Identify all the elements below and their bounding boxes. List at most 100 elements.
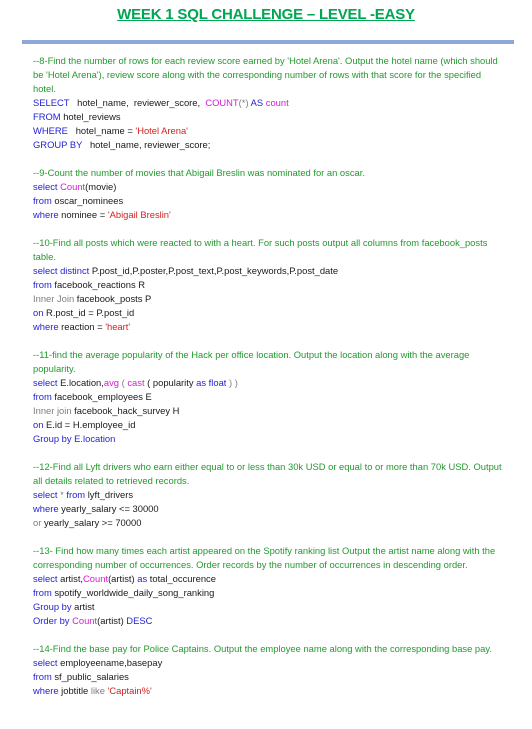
code-line: select artist,Count(artist) as total_occ… xyxy=(33,572,503,586)
code-token: (*) xyxy=(238,97,251,108)
code-line: from spotify_worldwide_daily_song_rankin… xyxy=(33,586,503,600)
exercise-comment: --12-Find all Lyft drivers who earn eith… xyxy=(33,461,502,486)
code-line: from facebook_employees E xyxy=(33,390,503,404)
code-token: ) ) xyxy=(226,377,238,388)
code-token: facebook_posts P xyxy=(74,293,152,304)
code-line: select Count(movie) xyxy=(33,180,503,194)
code-token: artist, xyxy=(57,573,84,584)
exercise-comment: --10-Find all posts which were reacted t… xyxy=(33,237,488,262)
code-line: where nominee = 'Abigail Breslin' xyxy=(33,208,503,222)
code-token: 'Hotel Arena' xyxy=(135,125,188,136)
code-token: from xyxy=(33,671,52,682)
code-token: DESC xyxy=(126,615,153,626)
sql-exercise-block: --9-Count the number of movies that Abig… xyxy=(33,166,503,222)
code-token: 'heart' xyxy=(105,321,131,332)
code-token: like xyxy=(90,685,105,696)
code-line: WHERE hotel_name = 'Hotel Arena' xyxy=(33,124,503,138)
code-line: on E.id = H.employee_id xyxy=(33,418,503,432)
code-token: COUNT xyxy=(205,97,239,108)
code-token: 'Captain%' xyxy=(107,685,152,696)
code-token: hotel_name, reviewer_score, xyxy=(69,97,206,108)
code-line: on R.post_id = P.post_id xyxy=(33,306,503,320)
code-line: or yearly_salary >= 70000 xyxy=(33,516,503,530)
code-token: jobtitle xyxy=(58,685,91,696)
code-line: select E.location,avg ( cast ( popularit… xyxy=(33,376,503,390)
code-line: GROUP BY hotel_name, reviewer_score; xyxy=(33,138,503,152)
code-line: Group by artist xyxy=(33,600,503,614)
code-token: Inner Join xyxy=(33,293,75,304)
code-token: employeename,basepay xyxy=(57,657,163,668)
code-token: where xyxy=(33,685,59,696)
code-token: select xyxy=(33,181,58,192)
code-token: Order by xyxy=(33,615,70,626)
code-token: where xyxy=(33,503,59,514)
code-token: SELECT xyxy=(33,97,70,108)
code-line: Group by E.location xyxy=(33,432,503,446)
code-line: from facebook_reactions R xyxy=(33,278,503,292)
code-token: total_occurence xyxy=(147,573,216,584)
code-line: from sf_public_salaries xyxy=(33,670,503,684)
code-token: Count xyxy=(83,573,109,584)
code-token: P.post_id,P.poster,P.post_text,P.post_ke… xyxy=(89,265,339,276)
code-token: avg xyxy=(103,377,120,388)
code-token: select xyxy=(33,377,58,388)
code-line: Inner join facebook_hack_survey H xyxy=(33,404,503,418)
code-line: where jobtitle like 'Captain%' xyxy=(33,684,503,698)
code-token: as float xyxy=(196,377,227,388)
code-token: E.id = H.employee_id xyxy=(43,419,136,430)
code-token: (artist) xyxy=(108,573,138,584)
code-token: where xyxy=(33,209,59,220)
code-token: hotel_name = xyxy=(67,125,136,136)
sql-exercise-block: --8-Find the number of rows for each rev… xyxy=(33,54,503,152)
code-token: artist xyxy=(71,601,95,612)
sql-exercise-block: --13- Find how many times each artist ap… xyxy=(33,544,503,628)
page-title: WEEK 1 SQL CHALLENGE – LEVEL -EASY xyxy=(117,6,415,23)
code-token: R.post_id = P.post_id xyxy=(43,307,135,318)
exercise-comment: --9-Count the number of movies that Abig… xyxy=(33,167,365,178)
code-token: Inner join xyxy=(33,405,72,416)
code-token: (artist) xyxy=(97,615,127,626)
code-token: Count xyxy=(72,615,98,626)
code-token: from xyxy=(33,195,52,206)
code-token: on xyxy=(33,419,44,430)
code-token: facebook_hack_survey H xyxy=(71,405,180,416)
document-page: WEEK 1 SQL CHALLENGE – LEVEL -EASY --8-F… xyxy=(0,0,532,729)
code-token: hotel_name, reviewer_score; xyxy=(82,139,211,150)
code-token: facebook_employees E xyxy=(51,391,152,402)
code-token: yearly_salary <= 30000 xyxy=(58,503,159,514)
code-line: select * from lyft_drivers xyxy=(33,488,503,502)
code-token: yearly_salary >= 70000 xyxy=(41,517,142,528)
code-token: from xyxy=(33,279,52,290)
title-divider xyxy=(22,40,514,44)
code-token: cast xyxy=(127,377,145,388)
code-line: Order by Count(artist) DESC xyxy=(33,614,503,628)
code-token: spotify_worldwide_daily_song_ranking xyxy=(51,587,215,598)
code-line: FROM hotel_reviews xyxy=(33,110,503,124)
code-token: nominee = xyxy=(58,209,108,220)
code-line: where yearly_salary <= 30000 xyxy=(33,502,503,516)
code-token: 'Abigail Breslin' xyxy=(107,209,171,220)
sql-exercise-block: --10-Find all posts which were reacted t… xyxy=(33,236,503,334)
code-token: Group by xyxy=(33,601,72,612)
code-token: from xyxy=(33,587,52,598)
exercise-comment: --8-Find the number of rows for each rev… xyxy=(33,55,498,94)
code-line: SELECT hotel_name, reviewer_score, COUNT… xyxy=(33,96,503,110)
code-token: on xyxy=(33,307,44,318)
exercise-comment: --11-find the average popularity of the … xyxy=(33,349,470,374)
code-token: FROM xyxy=(33,111,61,122)
code-token: E.location, xyxy=(57,377,104,388)
code-token: sf_public_salaries xyxy=(51,671,129,682)
code-line: where reaction = 'heart' xyxy=(33,320,503,334)
code-token: (movie) xyxy=(85,181,117,192)
sql-exercise-block: --12-Find all Lyft drivers who earn eith… xyxy=(33,460,503,530)
code-token: select xyxy=(33,489,58,500)
code-token: from xyxy=(66,489,86,500)
code-token: E.location xyxy=(71,433,116,444)
code-token: select distinct xyxy=(33,265,90,276)
code-token: Group by xyxy=(33,433,72,444)
code-token: reaction = xyxy=(58,321,106,332)
code-line: from oscar_nominees xyxy=(33,194,503,208)
exercise-comment: --14-Find the base pay for Police Captai… xyxy=(33,643,492,654)
code-line: Inner Join facebook_posts P xyxy=(33,292,503,306)
code-token: where xyxy=(33,321,59,332)
